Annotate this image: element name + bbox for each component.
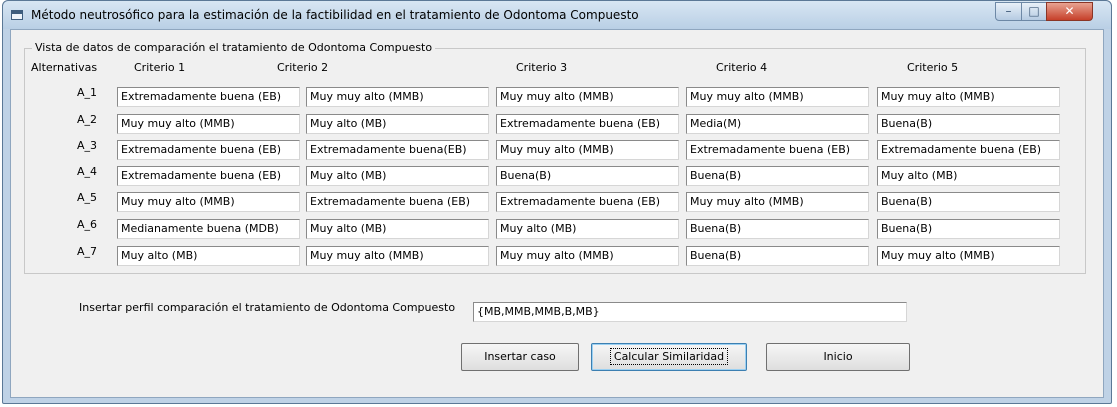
close-icon: ✕ bbox=[1064, 4, 1075, 18]
alternative-label-a3: A_3 bbox=[77, 139, 98, 152]
maximize-icon: □ bbox=[1028, 4, 1040, 18]
app-window: Método neutrosófico para la estimación d… bbox=[2, 0, 1112, 404]
cell-a2-criterion-5[interactable]: Buena(B) bbox=[877, 114, 1060, 134]
cell-a2-criterion-1[interactable]: Muy muy alto (MMB) bbox=[117, 114, 300, 134]
cell-a3-criterion-4[interactable]: Extremadamente buena (EB) bbox=[686, 140, 869, 160]
cell-a7-criterion-1[interactable]: Muy alto (MB) bbox=[117, 246, 300, 266]
insert-case-button[interactable]: Insertar caso bbox=[461, 343, 579, 371]
profile-input[interactable]: {MB,MMB,MMB,B,MB} bbox=[473, 302, 907, 322]
window-app-icon[interactable] bbox=[11, 10, 23, 20]
window-title: Método neutrosófico para la estimación d… bbox=[31, 8, 639, 22]
alternative-label-a5: A_5 bbox=[77, 191, 98, 204]
cell-a2-criterion-3[interactable]: Extremadamente buena (EB) bbox=[496, 114, 679, 134]
cell-a2-criterion-2[interactable]: Muy alto (MB) bbox=[306, 114, 489, 134]
groupbox-title: Vista de datos de comparación el tratami… bbox=[32, 41, 436, 54]
title-bar[interactable]: Método neutrosófico para la estimación d… bbox=[3, 1, 1111, 29]
calculate-similarity-label: Calcular Similaridad bbox=[609, 348, 729, 365]
cell-a7-criterion-3[interactable]: Muy muy alto (MMB) bbox=[496, 246, 679, 266]
comparison-groupbox bbox=[24, 48, 1086, 274]
criterion-2-header: Criterio 2 bbox=[277, 61, 329, 74]
cell-a3-criterion-5[interactable]: Extremadamente buena (EB) bbox=[877, 140, 1060, 160]
cell-a1-criterion-2[interactable]: Muy muy alto (MMB) bbox=[306, 87, 489, 107]
cell-a4-criterion-2[interactable]: Muy alto (MB) bbox=[306, 166, 489, 186]
cell-a7-criterion-5[interactable]: Muy muy alto (MMB) bbox=[877, 246, 1060, 266]
cell-a7-criterion-4[interactable]: Buena(B) bbox=[686, 246, 869, 266]
criterion-5-header: Criterio 5 bbox=[907, 61, 959, 74]
cell-a4-criterion-5[interactable]: Muy alto (MB) bbox=[877, 166, 1060, 186]
minimize-button[interactable]: – bbox=[995, 2, 1022, 21]
client-area: Vista de datos de comparación el tratami… bbox=[10, 29, 1104, 398]
cell-a1-criterion-5[interactable]: Muy muy alto (MMB) bbox=[877, 87, 1060, 107]
cell-a5-criterion-4[interactable]: Muy muy alto (MMB) bbox=[686, 192, 869, 212]
cell-a5-criterion-2[interactable]: Extremadamente buena (EB) bbox=[306, 192, 489, 212]
alternative-label-a4: A_4 bbox=[77, 165, 98, 178]
cell-a6-criterion-2[interactable]: Muy alto (MB) bbox=[306, 219, 489, 239]
cell-a6-criterion-1[interactable]: Medianamente buena (MDB) bbox=[117, 219, 300, 239]
cell-a4-criterion-3[interactable]: Buena(B) bbox=[496, 166, 679, 186]
cell-a3-criterion-1[interactable]: Extremadamente buena (EB) bbox=[117, 140, 300, 160]
profile-label: Insertar perfil comparación el tratamien… bbox=[79, 301, 456, 314]
criterion-4-header: Criterio 4 bbox=[716, 61, 768, 74]
criterion-1-header: Criterio 1 bbox=[134, 61, 186, 74]
cell-a1-criterion-4[interactable]: Muy muy alto (MMB) bbox=[686, 87, 869, 107]
minimize-icon: – bbox=[1005, 4, 1012, 18]
alternative-label-a7: A_7 bbox=[77, 245, 98, 258]
cell-a6-criterion-3[interactable]: Muy alto (MB) bbox=[496, 219, 679, 239]
cell-a2-criterion-4[interactable]: Media(M) bbox=[686, 114, 869, 134]
cell-a3-criterion-2[interactable]: Extremadamente buena(EB) bbox=[306, 140, 489, 160]
cell-a1-criterion-3[interactable]: Muy muy alto (MMB) bbox=[496, 87, 679, 107]
alternative-label-a2: A_2 bbox=[77, 113, 98, 126]
cell-a4-criterion-4[interactable]: Buena(B) bbox=[686, 166, 869, 186]
maximize-button[interactable]: □ bbox=[1021, 2, 1047, 21]
cell-a1-criterion-1[interactable]: Extremadamente buena (EB) bbox=[117, 87, 300, 107]
cell-a6-criterion-5[interactable]: Buena(B) bbox=[877, 219, 1060, 239]
cell-a5-criterion-3[interactable]: Extremadamente buena (EB) bbox=[496, 192, 679, 212]
alternative-label-a6: A_6 bbox=[77, 218, 98, 231]
cell-a7-criterion-2[interactable]: Muy muy alto (MMB) bbox=[306, 246, 489, 266]
cell-a5-criterion-5[interactable]: Buena(B) bbox=[877, 192, 1060, 212]
cell-a4-criterion-1[interactable]: Extremadamente buena (EB) bbox=[117, 166, 300, 186]
close-button[interactable]: ✕ bbox=[1046, 2, 1093, 21]
alternative-label-a1: A_1 bbox=[77, 86, 98, 99]
alternatives-header: Alternativas bbox=[31, 61, 98, 74]
cell-a6-criterion-4[interactable]: Buena(B) bbox=[686, 219, 869, 239]
home-button[interactable]: Inicio bbox=[766, 343, 910, 371]
criterion-3-header: Criterio 3 bbox=[516, 61, 568, 74]
cell-a5-criterion-1[interactable]: Muy muy alto (MMB) bbox=[117, 192, 300, 212]
cell-a3-criterion-3[interactable]: Muy muy alto (MMB) bbox=[496, 140, 679, 160]
calculate-similarity-button[interactable]: Calcular Similaridad bbox=[591, 343, 747, 371]
